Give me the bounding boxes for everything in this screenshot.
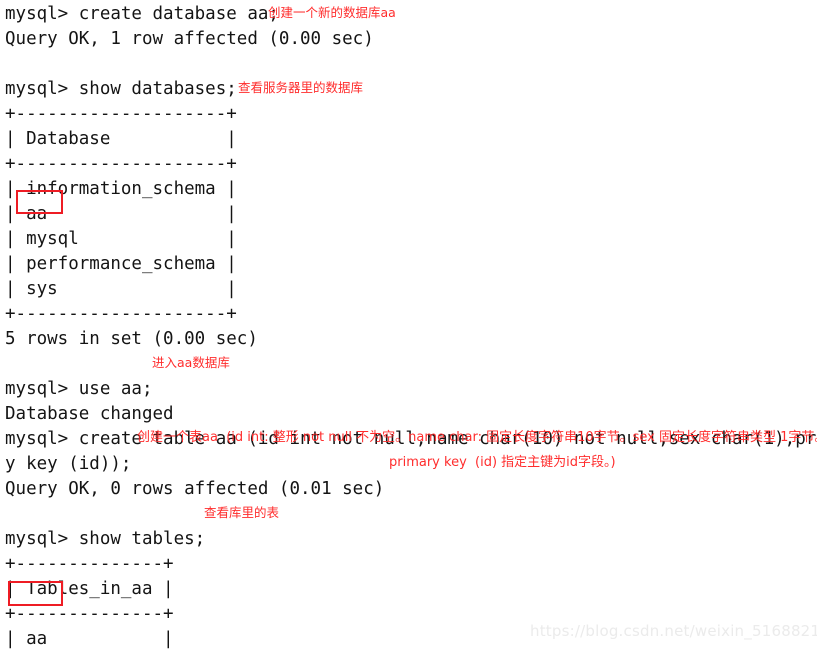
terminal-line: | Database |: [5, 129, 237, 149]
terminal-line: +--------------+: [5, 554, 174, 574]
annotation-note: 进入aa数据库: [152, 355, 230, 370]
annotation-note: 创建一个新的数据库aa: [268, 5, 396, 20]
terminal-line: | sys |: [5, 279, 237, 299]
terminal-line: Query OK, 1 row affected (0.00 sec): [5, 29, 374, 49]
terminal-line: | Tables_in_aa |: [5, 579, 174, 599]
annotation-note: 创建一个表aa (id int: 整形 not null 不为空。name ch…: [137, 430, 817, 445]
terminal-line: +--------------------+: [5, 154, 237, 174]
terminal-line: mysql> show tables;: [5, 529, 206, 549]
terminal-line: +--------------------+: [5, 304, 237, 324]
watermark: https://blog.csdn.net/weixin_51688217: [530, 622, 817, 640]
terminal-line: +--------------------+: [5, 104, 237, 124]
annotation-note: primary key (id) 指定主键为id字段。): [389, 455, 616, 470]
terminal-line: | performance_schema |: [5, 254, 237, 274]
terminal-screenshot: mysql> create database aa; Query OK, 1 r…: [0, 0, 817, 651]
terminal-output: mysql> create database aa; Query OK, 1 r…: [5, 2, 817, 651]
terminal-line: mysql> use aa;: [5, 379, 153, 399]
terminal-line: Query OK, 0 rows affected (0.01 sec): [5, 479, 385, 499]
terminal-line: 5 rows in set (0.00 sec): [5, 329, 258, 349]
terminal-line: mysql> create database aa;: [5, 4, 279, 24]
terminal-line: Database changed: [5, 404, 174, 424]
annotation-note: 查看服务器里的数据库: [238, 80, 364, 95]
annotation-note: 查看库里的表: [204, 505, 280, 520]
terminal-line: | aa |: [5, 204, 237, 224]
terminal-line: mysql> show databases;: [5, 79, 237, 99]
terminal-line: | mysql |: [5, 229, 237, 249]
terminal-line: | information_schema |: [5, 179, 237, 199]
